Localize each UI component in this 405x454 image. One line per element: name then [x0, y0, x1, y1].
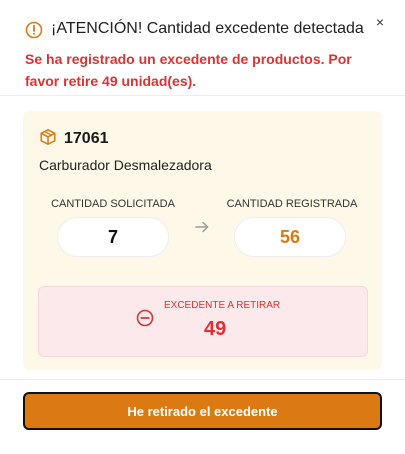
requested-quantity-value: 7 [57, 217, 169, 257]
package-icon [40, 129, 56, 145]
excess-value: 49 [204, 318, 227, 340]
excess-dialog: ¡ATENCIÓN! Cantidad excedente detectada … [0, 0, 405, 454]
excess-label: EXCEDENTE A RETIRAR [164, 300, 281, 311]
close-button[interactable]: × [372, 14, 388, 30]
footer-divider [0, 379, 405, 380]
product-code: 17061 [64, 130, 109, 147]
requested-quantity-label: CANTIDAD SOLICITADA [51, 198, 175, 210]
warning-circle-icon [25, 21, 43, 39]
excess-panel: EXCEDENTE A RETIRAR 49 [38, 286, 368, 357]
dialog-header: ¡ATENCIÓN! Cantidad excedente detectada … [0, 0, 405, 95]
arrow-right-icon [195, 221, 209, 233]
product-card: 17061 Carburador Desmalezadora CANTIDAD … [23, 111, 382, 370]
product-name: Carburador Desmalezadora [39, 157, 212, 173]
dialog-title: ¡ATENCIÓN! Cantidad excedente detectada [51, 20, 364, 37]
registered-quantity-label: CANTIDAD REGISTRADA [226, 198, 358, 210]
registered-quantity-value: 56 [234, 217, 346, 257]
confirm-removed-button[interactable]: He retirado el excedente [23, 392, 382, 430]
close-icon[interactable]: × [376, 14, 384, 30]
minus-circle-icon [136, 309, 154, 327]
dialog-message: Se ha registrado un excedente de product… [25, 51, 352, 89]
header-divider [0, 95, 405, 96]
